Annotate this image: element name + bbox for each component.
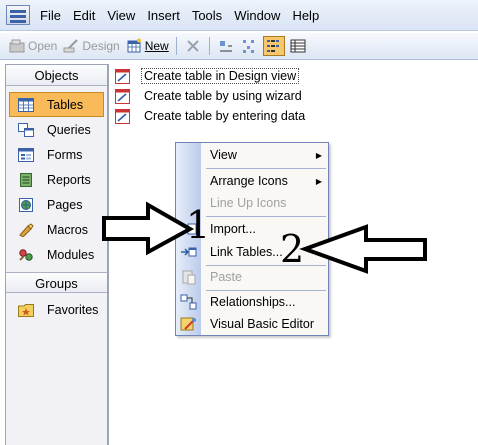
annotation-arrow-2 <box>299 224 427 274</box>
annotation-arrow-1 <box>102 201 427 274</box>
annotation-label-2: 2 <box>280 227 305 271</box>
annotation-label-1: 1 <box>186 203 211 247</box>
